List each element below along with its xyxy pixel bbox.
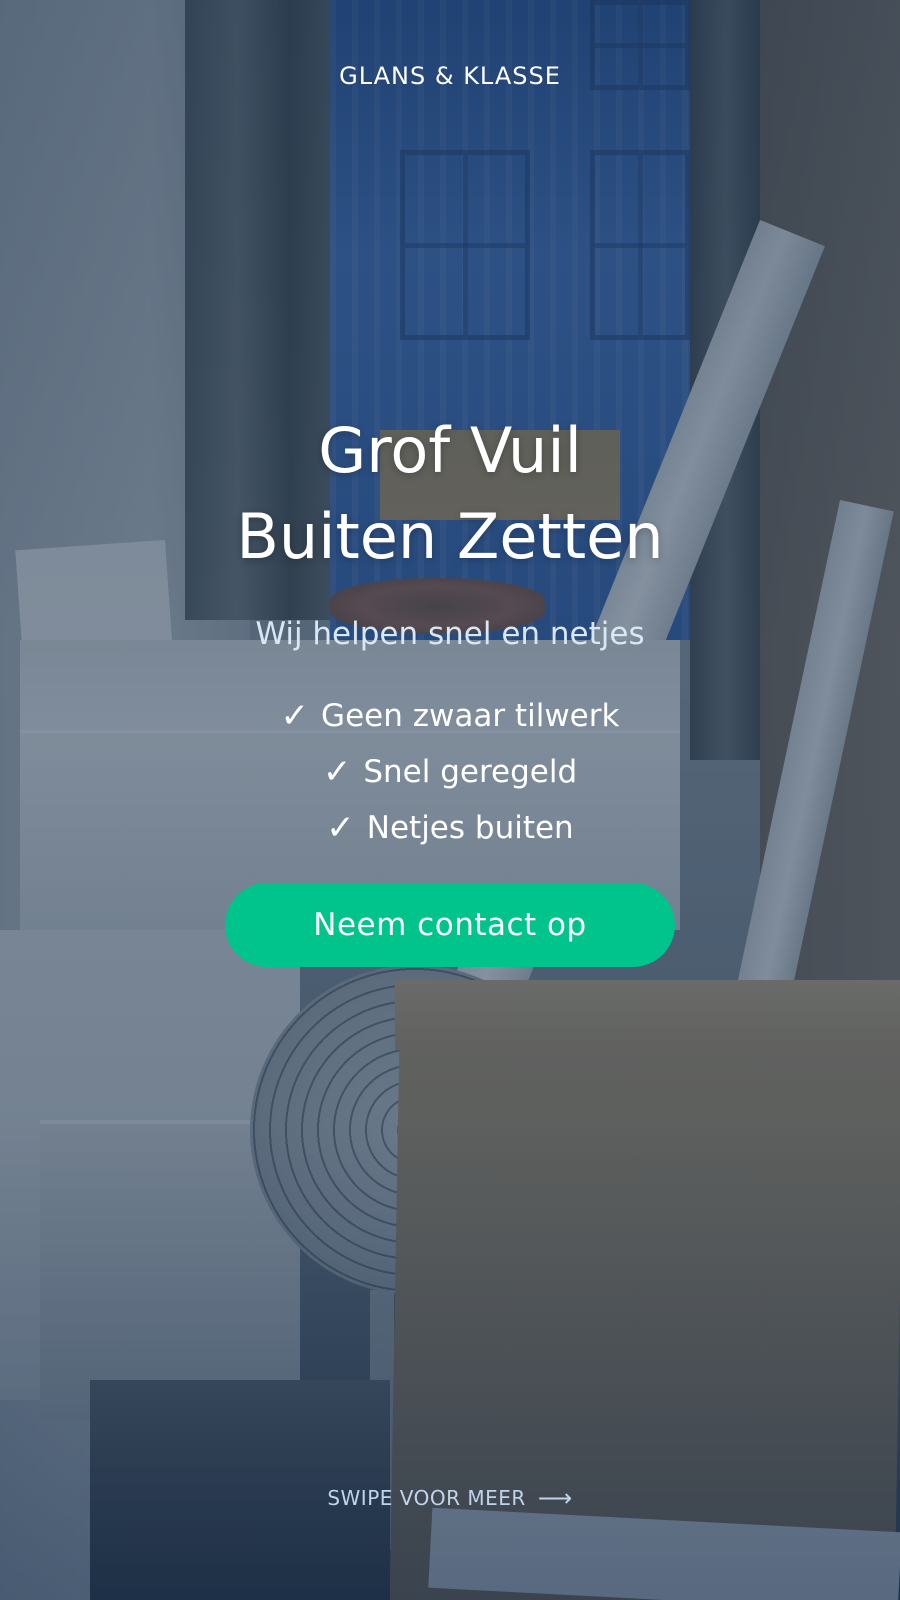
checkmark-icon: ✓ bbox=[326, 808, 355, 848]
hero-subtitle: Wij helpen snel en netjes bbox=[255, 616, 645, 652]
hero-title-line-1: Grof Vuil bbox=[318, 414, 582, 487]
benefit-label: Geen zwaar tilwerk bbox=[321, 698, 620, 734]
benefit-label: Netjes buiten bbox=[366, 810, 574, 846]
hero-title-line-2: Buiten Zetten bbox=[236, 500, 664, 573]
checkmark-icon: ✓ bbox=[322, 752, 352, 792]
swipe-label: SWIPE VOOR MEER bbox=[327, 1486, 526, 1510]
swipe-hint[interactable]: SWIPE VOOR MEER ⟶ bbox=[0, 1484, 900, 1512]
contact-button[interactable]: Neem contact op bbox=[225, 883, 675, 967]
benefit-item: ✓ Snel geregeld bbox=[0, 744, 900, 800]
brand-name: GLANS & KLASSE bbox=[339, 62, 561, 90]
hero-section: GLANS & KLASSE Grof Vuil Buiten Zetten W… bbox=[0, 0, 900, 1600]
benefit-item: ✓ Geen zwaar tilwerk bbox=[0, 688, 900, 744]
arrow-right-icon: ⟶ bbox=[537, 1484, 573, 1512]
benefit-label: Snel geregeld bbox=[363, 754, 578, 790]
benefit-item: ✓ Netjes buiten bbox=[0, 800, 900, 856]
checkmark-icon: ✓ bbox=[280, 696, 310, 736]
hero-title: Grof Vuil Buiten Zetten bbox=[0, 408, 900, 580]
benefit-list: ✓ Geen zwaar tilwerk ✓ Snel geregeld ✓ N… bbox=[0, 688, 900, 856]
